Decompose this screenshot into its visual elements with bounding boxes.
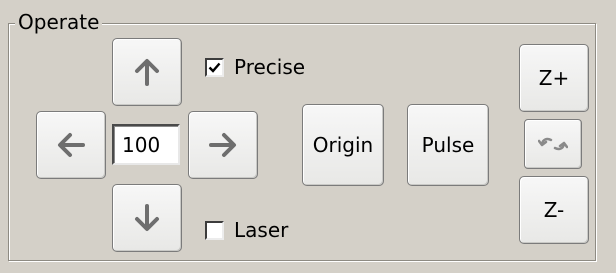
checkmark-icon [208, 62, 221, 73]
move-left-button[interactable] [36, 111, 106, 179]
step-input[interactable] [112, 124, 180, 165]
laser-label: Laser [234, 218, 289, 242]
precise-checkbox[interactable]: Precise [205, 55, 305, 79]
swap-arrows-icon [538, 137, 568, 151]
laser-checkbox-box[interactable] [205, 220, 224, 240]
move-right-button[interactable] [188, 111, 258, 179]
move-up-button[interactable] [112, 38, 182, 106]
precise-label: Precise [234, 55, 306, 79]
move-down-button[interactable] [112, 184, 182, 252]
arrow-down-icon [135, 204, 159, 231]
precise-checkbox-box[interactable] [205, 57, 224, 77]
z-swap-button[interactable] [524, 119, 582, 169]
origin-button[interactable]: Origin [302, 104, 384, 186]
operate-group-title: Operate [15, 10, 103, 34]
pulse-button[interactable]: Pulse [407, 104, 489, 186]
z-plus-button[interactable]: Z+ [519, 44, 589, 112]
arrow-up-icon [135, 59, 159, 86]
arrow-right-icon [209, 133, 236, 157]
laser-checkbox[interactable]: Laser [205, 218, 288, 242]
arrow-left-icon [58, 133, 85, 157]
z-minus-button[interactable]: Z- [519, 176, 589, 244]
